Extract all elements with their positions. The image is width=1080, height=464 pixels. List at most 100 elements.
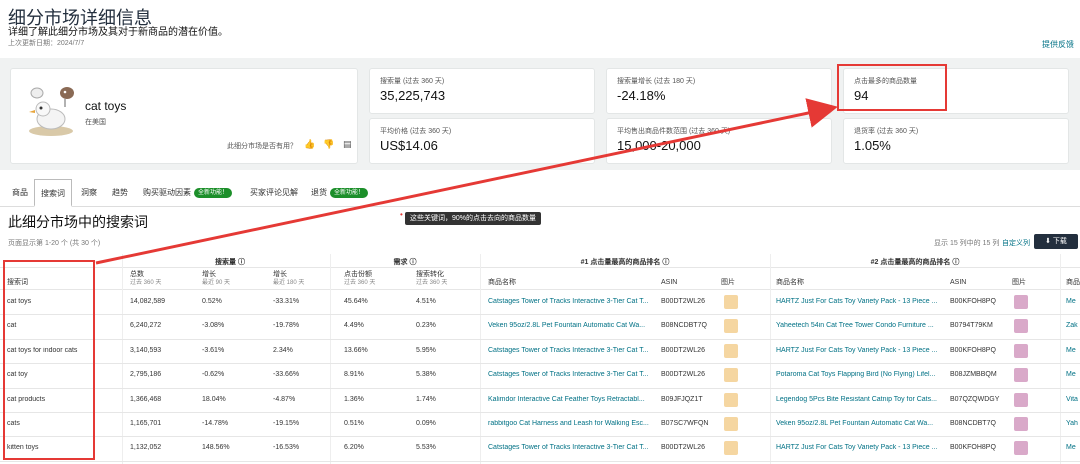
- col-total[interactable]: 总数 过去 360 天: [130, 270, 161, 288]
- tab-search-terms[interactable]: 搜索词: [34, 179, 72, 207]
- product-thumbnail-1[interactable]: [724, 392, 738, 407]
- header-group-label: 搜索量: [215, 259, 237, 266]
- cell-product-name-2[interactable]: Veken 95oz/2.8L Pet Fountain Automatic C…: [776, 420, 944, 427]
- tab-returns[interactable]: 退货 全新功能！: [311, 179, 369, 207]
- metric-value: -24.18%: [617, 88, 666, 103]
- cell-total: 1,165,701: [130, 420, 162, 427]
- product-thumbnail-1[interactable]: [724, 441, 738, 456]
- info-icon[interactable]: ⓘ: [662, 259, 669, 266]
- tab-buyer-reviews[interactable]: 买家评论见解: [250, 179, 298, 207]
- info-icon[interactable]: ⓘ: [409, 259, 416, 266]
- product-name: cat toys: [85, 99, 127, 113]
- columns-info: 显示 15 列中的 15 列: [934, 240, 1000, 247]
- cell-product-name-1[interactable]: Kalimdor Interactive Cat Feather Toys Re…: [488, 396, 656, 403]
- product-thumbnail-1[interactable]: [724, 368, 738, 383]
- col-more[interactable]: 商品: [1066, 278, 1080, 287]
- col-sublabel: 最近 180 天: [273, 280, 305, 286]
- cell-asin-2: B00KFOH8PQ: [950, 298, 996, 305]
- cell-asin-1: B09JFJQZ1T: [661, 395, 703, 403]
- cell-more[interactable]: Me: [1066, 298, 1080, 305]
- tab-purchase-drivers[interactable]: 购买驱动因素 全新功能！: [143, 179, 233, 207]
- product-card: cat toys 在美国 此细分市场是否有用？ 👍 👎 ▤: [10, 68, 358, 164]
- cell-growth90: -14.78%: [202, 420, 229, 427]
- tab-products[interactable]: 商品: [12, 179, 28, 207]
- cell-growth180: -19.78%: [273, 322, 300, 330]
- cell-more[interactable]: Me: [1066, 347, 1080, 354]
- col-growth180[interactable]: 增长 最近 180 天: [273, 270, 304, 288]
- cell-asin-2: B07QZQWDGY: [950, 395, 1000, 403]
- col-sublabel: 过去 360 天: [416, 280, 448, 286]
- header-group-label: #2 点击量最高的商品排名: [870, 259, 951, 266]
- metric-label: 平均价格 (过去 360 天): [380, 128, 452, 135]
- comment-icon[interactable]: ▤: [343, 139, 352, 150]
- cell-product-name-1[interactable]: Veken 95oz/2.8L Pet Fountain Automatic C…: [488, 322, 656, 329]
- cell-product-name-2[interactable]: HARTZ Just For Cats Toy Variety Pack - 1…: [776, 347, 944, 354]
- cell-growth180: -33.31%: [273, 298, 300, 305]
- product-thumbnail-2[interactable]: [1014, 441, 1028, 456]
- cell-more[interactable]: Vita: [1066, 396, 1080, 403]
- thumbs-up-icon[interactable]: 👍: [304, 139, 315, 150]
- cell-click-share: 4.49%: [344, 322, 364, 330]
- info-icon[interactable]: ⓘ: [952, 259, 959, 266]
- col-click-share[interactable]: 点击份额 过去 360 天: [344, 270, 375, 288]
- cell-growth90: -3.61%: [202, 346, 225, 354]
- col-growth90[interactable]: 增长 最近 90 天: [202, 270, 230, 288]
- cell-product-name-1[interactable]: rabbitgoo Cat Harness and Leash for Walk…: [488, 420, 656, 427]
- highlight-box-search-terms: [3, 260, 95, 460]
- product-thumbnail-2[interactable]: [1014, 295, 1028, 309]
- feedback-link[interactable]: 提供反馈: [1042, 39, 1074, 50]
- cell-growth180: 2.34%: [273, 346, 293, 354]
- download-button[interactable]: ⬇ 下载: [1034, 234, 1078, 249]
- product-thumbnail-1[interactable]: [724, 319, 738, 334]
- cell-product-name-1[interactable]: Catstages Tower of Tracks Interactive 3-…: [488, 444, 656, 451]
- product-thumbnail-1[interactable]: [724, 295, 738, 309]
- highlight-box-metric: [837, 64, 947, 111]
- cell-more[interactable]: Zak: [1066, 322, 1080, 329]
- row-divider: [0, 363, 1080, 365]
- divider: [0, 267, 1080, 268]
- col-asin-2[interactable]: ASIN: [950, 278, 966, 287]
- cell-click-share: 1.36%: [344, 395, 364, 403]
- thumbs-down-icon[interactable]: 👎: [323, 139, 334, 150]
- cell-asin-2: B08JZMBBQM: [950, 371, 997, 379]
- col-asin-1[interactable]: ASIN: [661, 278, 677, 287]
- tab-insights[interactable]: 洞察: [81, 179, 97, 207]
- col-product-name-2[interactable]: 商品名称: [776, 278, 804, 287]
- col-conversion[interactable]: 搜索转化 过去 360 天: [416, 270, 447, 288]
- product-thumbnail-2[interactable]: [1014, 417, 1028, 431]
- info-icon[interactable]: ⓘ: [238, 259, 245, 266]
- metric-value: 1.05%: [854, 138, 891, 153]
- cell-more[interactable]: Me: [1066, 371, 1080, 378]
- product-thumbnail-2[interactable]: [1014, 343, 1028, 358]
- cell-asin-2: B0794T79KM: [950, 322, 993, 330]
- metric-label: 平均售出商品件数范围 (过去 360 天): [617, 128, 731, 135]
- product-market: 在美国: [85, 119, 106, 126]
- cell-growth90: 0.52%: [202, 298, 222, 305]
- metric-return-rate: 退货率 (过去 360 天) 1.05%: [843, 118, 1069, 164]
- cell-total: 2,795,186: [130, 371, 162, 379]
- cell-product-name-1[interactable]: Catstages Tower of Tracks Interactive 3-…: [488, 298, 656, 305]
- cell-product-name-2[interactable]: Yaheetech 54in Cat Tree Tower Condo Furn…: [776, 322, 944, 329]
- cell-total: 1,132,052: [130, 444, 162, 452]
- col-sublabel: 过去 360 天: [344, 280, 376, 286]
- cell-more[interactable]: Yah: [1066, 420, 1080, 427]
- cell-product-name-1[interactable]: Catstages Tower of Tracks Interactive 3-…: [488, 371, 656, 378]
- product-thumbnail-2[interactable]: [1014, 368, 1028, 383]
- tab-trends[interactable]: 趋势: [112, 179, 128, 207]
- col-product-name-1[interactable]: 商品名称: [488, 278, 516, 287]
- customize-columns-link[interactable]: 自定义列: [1002, 238, 1030, 248]
- product-thumbnail-2[interactable]: [1014, 319, 1028, 334]
- product-thumbnail-2[interactable]: [1014, 392, 1028, 407]
- cell-product-name-2[interactable]: HARTZ Just For Cats Toy Variety Pack - 1…: [776, 298, 944, 305]
- cell-product-name-2[interactable]: HARTZ Just For Cats Toy Variety Pack - 1…: [776, 444, 944, 451]
- cell-more[interactable]: Me: [1066, 444, 1080, 451]
- cell-total: 14,082,589: [130, 298, 166, 305]
- product-thumbnail-1[interactable]: [724, 417, 738, 431]
- cell-product-name-2[interactable]: Legendog 5Pcs Bite Resistant Catnip Toy …: [776, 396, 944, 403]
- product-thumbnail-1[interactable]: [724, 343, 738, 358]
- cell-product-name-1[interactable]: Catstages Tower of Tracks Interactive 3-…: [488, 347, 656, 354]
- header-group-search-volume: 搜索量 ⓘ: [122, 257, 338, 267]
- cell-product-name-2[interactable]: Potaroma Cat Toys Flapping Bird (No Flyi…: [776, 371, 944, 378]
- cell-asin-1: B00DT2WL26: [661, 371, 705, 379]
- metric-label: 退货率 (过去 360 天): [854, 128, 919, 135]
